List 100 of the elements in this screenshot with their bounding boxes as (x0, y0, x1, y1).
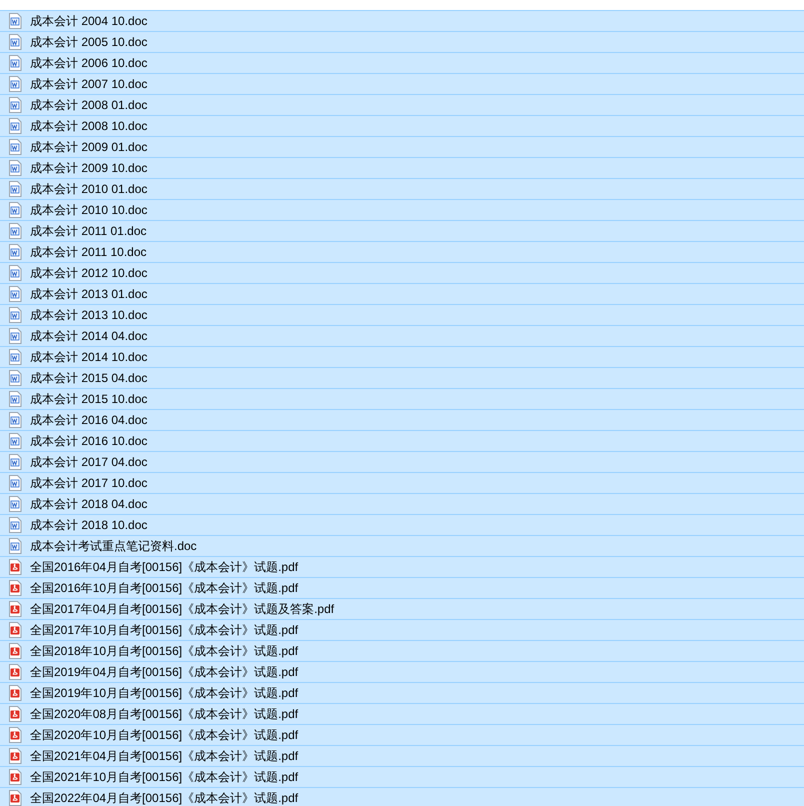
file-name: 全国2020年10月自考[00156]《成本会计》试题.pdf (30, 726, 298, 744)
file-row[interactable]: 成本会计 2018 10.doc (0, 514, 804, 535)
file-name: 成本会计 2014 04.doc (30, 328, 148, 344)
pdf-document-icon (8, 580, 22, 596)
file-row[interactable]: 成本会计 2009 10.doc (0, 157, 804, 178)
file-row[interactable]: 成本会计 2010 01.doc (0, 178, 804, 199)
word-document-icon (8, 244, 22, 260)
pdf-document-icon (8, 643, 22, 659)
pdf-document-icon (8, 622, 22, 638)
file-name: 成本会计 2013 10.doc (30, 306, 148, 324)
file-row[interactable]: 成本会计 2014 04.doc (0, 325, 804, 346)
word-document-icon (8, 307, 22, 323)
file-row[interactable]: 成本会计 2008 10.doc (0, 115, 804, 136)
file-row[interactable]: 全国2019年04月自考[00156]《成本会计》试题.pdf (0, 661, 804, 682)
pdf-document-icon (8, 727, 22, 743)
word-document-icon (8, 97, 22, 113)
file-row[interactable]: 全国2020年08月自考[00156]《成本会计》试题.pdf (0, 703, 804, 724)
file-name: 成本会计 2018 10.doc (30, 516, 148, 534)
file-name: 全国2017年10月自考[00156]《成本会计》试题.pdf (30, 622, 298, 638)
file-row[interactable]: 成本会计 2016 04.doc (0, 409, 804, 430)
file-name: 成本会计 2008 10.doc (30, 118, 148, 134)
word-document-icon (8, 517, 22, 533)
file-name: 全国2021年10月自考[00156]《成本会计》试题.pdf (30, 768, 298, 786)
file-name: 成本会计 2012 10.doc (30, 264, 148, 282)
file-name: 成本会计 2010 10.doc (30, 202, 148, 218)
pdf-document-icon (8, 748, 22, 764)
file-row[interactable]: 成本会计 2016 10.doc (0, 430, 804, 451)
file-name: 成本会计 2007 10.doc (30, 76, 148, 92)
file-row[interactable]: 成本会计 2006 10.doc (0, 52, 804, 73)
file-row[interactable]: 成本会计 2015 04.doc (0, 367, 804, 388)
file-row[interactable]: 全国2021年10月自考[00156]《成本会计》试题.pdf (0, 766, 804, 787)
file-name: 成本会计 2005 10.doc (30, 34, 148, 50)
file-row[interactable]: 全国2017年10月自考[00156]《成本会计》试题.pdf (0, 619, 804, 640)
word-document-icon (8, 181, 22, 197)
word-document-icon (8, 223, 22, 239)
file-row[interactable]: 成本会计 2013 01.doc (0, 283, 804, 304)
pdf-document-icon (8, 769, 22, 785)
word-document-icon (8, 118, 22, 134)
file-row[interactable]: 成本会计 2008 01.doc (0, 94, 804, 115)
file-row[interactable]: 全国2018年10月自考[00156]《成本会计》试题.pdf (0, 640, 804, 661)
word-document-icon (8, 160, 22, 176)
file-row[interactable]: 成本会计 2011 01.doc (0, 220, 804, 241)
pdf-document-icon (8, 601, 22, 617)
file-name: 成本会计 2009 10.doc (30, 160, 148, 176)
pdf-document-icon (8, 706, 22, 722)
file-name: 成本会计 2006 10.doc (30, 54, 148, 72)
file-name: 成本会计 2015 04.doc (30, 370, 148, 386)
file-row[interactable]: 成本会计 2014 10.doc (0, 346, 804, 367)
file-row[interactable]: 全国2017年04月自考[00156]《成本会计》试题及答案.pdf (0, 598, 804, 619)
file-name: 成本会计 2009 01.doc (30, 138, 148, 156)
word-document-icon (8, 34, 22, 50)
file-name: 成本会计 2016 04.doc (30, 412, 148, 428)
file-row[interactable]: 成本会计 2009 01.doc (0, 136, 804, 157)
file-row[interactable]: 成本会计 2017 04.doc (0, 451, 804, 472)
word-document-icon (8, 286, 22, 302)
file-row[interactable]: 成本会计 2015 10.doc (0, 388, 804, 409)
file-row[interactable]: 成本会计 2012 10.doc (0, 262, 804, 283)
word-document-icon (8, 496, 22, 512)
file-name: 成本会计 2018 04.doc (30, 496, 148, 512)
word-document-icon (8, 370, 22, 386)
file-name: 全国2022年04月自考[00156]《成本会计》试题.pdf (30, 790, 298, 806)
file-row[interactable]: 成本会计 2013 10.doc (0, 304, 804, 325)
file-name: 成本会计 2014 10.doc (30, 348, 148, 366)
file-row[interactable]: 成本会计 2018 04.doc (0, 493, 804, 514)
file-row[interactable]: 全国2016年10月自考[00156]《成本会计》试题.pdf (0, 577, 804, 598)
file-name: 全国2021年04月自考[00156]《成本会计》试题.pdf (30, 748, 298, 764)
file-row[interactable]: 全国2016年04月自考[00156]《成本会计》试题.pdf (0, 556, 804, 577)
pdf-document-icon (8, 559, 22, 575)
file-name: 成本会计考试重点笔记资料.doc (30, 538, 197, 554)
file-name: 成本会计 2004 10.doc (30, 12, 148, 30)
word-document-icon (8, 265, 22, 281)
file-name: 成本会计 2017 10.doc (30, 474, 148, 492)
file-row[interactable]: 成本会计 2004 10.doc (0, 10, 804, 31)
word-document-icon (8, 349, 22, 365)
file-name: 全国2018年10月自考[00156]《成本会计》试题.pdf (30, 642, 298, 660)
word-document-icon (8, 139, 22, 155)
file-row[interactable]: 成本会计 2017 10.doc (0, 472, 804, 493)
file-row[interactable]: 成本会计 2011 10.doc (0, 241, 804, 262)
file-row[interactable]: 全国2020年10月自考[00156]《成本会计》试题.pdf (0, 724, 804, 745)
file-row[interactable]: 全国2022年04月自考[00156]《成本会计》试题.pdf (0, 787, 804, 806)
file-row[interactable]: 全国2021年04月自考[00156]《成本会计》试题.pdf (0, 745, 804, 766)
file-row[interactable]: 全国2019年10月自考[00156]《成本会计》试题.pdf (0, 682, 804, 703)
file-name: 全国2017年04月自考[00156]《成本会计》试题及答案.pdf (30, 600, 334, 618)
word-document-icon (8, 76, 22, 92)
file-row[interactable]: 成本会计 2005 10.doc (0, 31, 804, 52)
file-name: 成本会计 2011 10.doc (30, 244, 147, 260)
word-document-icon (8, 328, 22, 344)
word-document-icon (8, 391, 22, 407)
pdf-document-icon (8, 664, 22, 680)
word-document-icon (8, 55, 22, 71)
file-name: 全国2016年10月自考[00156]《成本会计》试题.pdf (30, 580, 298, 596)
file-row[interactable]: 成本会计 2007 10.doc (0, 73, 804, 94)
file-name: 成本会计 2013 01.doc (30, 286, 148, 302)
file-name: 全国2019年04月自考[00156]《成本会计》试题.pdf (30, 664, 298, 680)
pdf-document-icon (8, 790, 22, 806)
file-row[interactable]: 成本会计考试重点笔记资料.doc (0, 535, 804, 556)
word-document-icon (8, 454, 22, 470)
file-row[interactable]: 成本会计 2010 10.doc (0, 199, 804, 220)
file-name: 全国2020年08月自考[00156]《成本会计》试题.pdf (30, 706, 298, 722)
file-name: 全国2016年04月自考[00156]《成本会计》试题.pdf (30, 558, 298, 576)
